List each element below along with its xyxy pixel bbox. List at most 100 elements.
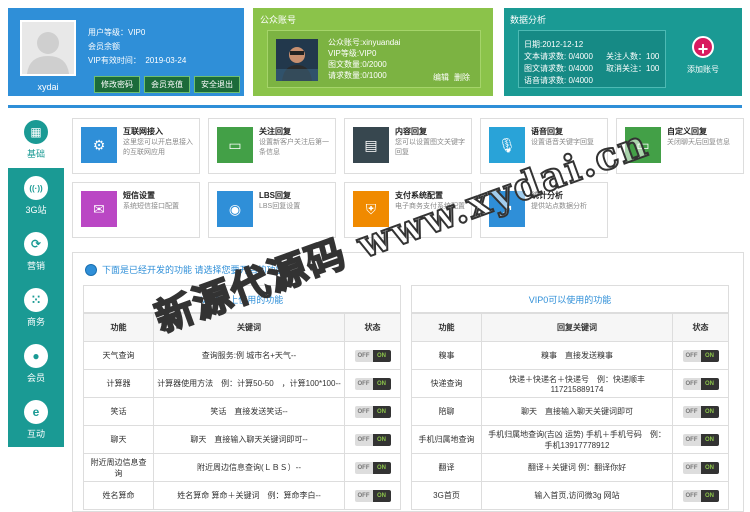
feature-follow-reply[interactable]: ▭ 关注回复 设置新客户关注后第一条信息 bbox=[208, 118, 336, 174]
feature-tables-panel: 下面是已经开发的功能 请选择您要开启的功能 VIP0以上使用的功能 功能 关键词… bbox=[72, 252, 744, 512]
sidebar-item-member[interactable]: ● 会员 bbox=[8, 336, 64, 392]
sidebar-item-3g[interactable]: ((·)) 3G站 bbox=[8, 168, 64, 224]
stats-card: 日期:2012-12-12 文本请求数: 0/4000 关注人数：100 图文请求… bbox=[518, 30, 666, 88]
user-info: 用户等级：VIP0 会员余额 VIP有效时间： 2019-03-24 bbox=[88, 26, 186, 68]
feature-payment-config[interactable]: ⛨ 支付系统配置 电子商务支付系统配置 bbox=[344, 182, 472, 238]
feature-voice-reply[interactable]: 🎙 语音回复 设置语音关键字回复 bbox=[480, 118, 608, 174]
account-name: 公众账号:xinyuandai bbox=[328, 38, 401, 47]
account-thumbnail bbox=[276, 39, 318, 81]
table-row: 3G首页 输入首页,访问微3g 网站 OFF ON bbox=[411, 481, 729, 510]
logout-button[interactable]: 安全退出 bbox=[194, 76, 240, 93]
follow-count: 关注人数：100 bbox=[606, 52, 660, 61]
feature-desc: LBS回复设置 bbox=[259, 203, 301, 210]
table-row: 快递查询 快递＋快递名＋快递号 例：快递顺丰117215889174 OFF ON bbox=[411, 369, 729, 398]
public-account-info: 公众账号:xinyuandai VIP等级:VIP0 图文数量:0/2000 请… bbox=[328, 37, 400, 81]
stats-date: 日期:2012-12-12 bbox=[524, 40, 584, 49]
feature-title: 统计分析 bbox=[531, 191, 563, 200]
vip-expire: VIP有效时间： 2019-03-24 bbox=[88, 56, 187, 65]
status-toggle[interactable]: OFF ON bbox=[354, 433, 391, 446]
status-toggle[interactable]: OFF ON bbox=[682, 349, 719, 362]
feature-desc: 您可以设置图文关键字回复 bbox=[395, 139, 465, 156]
signal-icon: ((·)) bbox=[24, 176, 48, 200]
voice-requests: 语音请求数: 0/4000 bbox=[524, 76, 593, 85]
table-row: 陪聊 聊天 直接输入聊天关键词即可 OFF ON bbox=[411, 397, 729, 426]
status-toggle[interactable]: OFF ON bbox=[682, 405, 719, 418]
table-title: VIP0以上使用的功能 bbox=[83, 285, 401, 313]
add-account-button[interactable]: + 添加账号 bbox=[680, 36, 726, 75]
user-level: 用户等级：VIP0 bbox=[88, 28, 146, 37]
feature-title: 支付系统配置 bbox=[395, 191, 443, 200]
account-requests: 请求数量:0/1000 bbox=[328, 71, 387, 80]
status-toggle[interactable]: OFF ON bbox=[682, 461, 719, 474]
add-account-label: 添加账号 bbox=[687, 65, 719, 74]
feature-desc: 这里您可以开启思接入的互联网应用 bbox=[123, 139, 193, 156]
sidebar-item-label: 商务 bbox=[26, 317, 45, 327]
table-row: 附近周边信息查询 附近周边信息查询(ＬＢＳ）-- OFF ON bbox=[83, 453, 401, 482]
table-title: VIP0可以使用的功能 bbox=[411, 285, 729, 313]
status-toggle[interactable]: OFF ON bbox=[354, 349, 391, 362]
stats-title: 数据分析 bbox=[510, 15, 547, 25]
sidebar: ▦ 基础 ((·)) 3G站 ⟳ 营销 ⁙ 商务 ● 会员 e 互动 bbox=[8, 112, 64, 447]
table-row: 姓名算命 姓名算命 算命＋关键词 例：算命李白-- OFF ON bbox=[83, 481, 401, 510]
feature-sms-settings[interactable]: ✉ 短信设置 系统短信接口配置 bbox=[72, 182, 200, 238]
public-account-card: 公众账号:xinyuandai VIP等级:VIP0 图文数量:0/2000 请… bbox=[267, 30, 481, 88]
table-row: 糗事 糗事 直接发送糗事 OFF ON bbox=[411, 341, 729, 370]
feature-title: 短信设置 bbox=[123, 191, 155, 200]
sidebar-item-business[interactable]: ⁙ 商务 bbox=[8, 280, 64, 336]
feature-title: 语音回复 bbox=[531, 127, 563, 136]
feature-desc: 设置新客户关注后第一条信息 bbox=[259, 139, 329, 156]
stats-panel: 数据分析 日期:2012-12-12 文本请求数: 0/4000 关注人数：100… bbox=[504, 8, 742, 96]
status-toggle[interactable]: OFF ON bbox=[354, 405, 391, 418]
sidebar-item-label: 基础 bbox=[26, 149, 45, 159]
account-level: VIP等级:VIP0 bbox=[328, 49, 377, 58]
column-header: 关键词 bbox=[153, 313, 345, 342]
recharge-button[interactable]: 会员充值 bbox=[144, 76, 190, 93]
sidebar-item-basic[interactable]: ▦ 基础 bbox=[8, 112, 64, 168]
status-toggle[interactable]: OFF ON bbox=[682, 433, 719, 446]
delete-link[interactable]: 删除 bbox=[454, 72, 470, 83]
user-icon: ● bbox=[24, 344, 48, 368]
status-toggle[interactable]: OFF ON bbox=[354, 377, 391, 390]
sidebar-item-interact[interactable]: e 互动 bbox=[8, 392, 64, 448]
mail-icon: ✉ bbox=[81, 191, 117, 227]
feature-title: 内容回复 bbox=[395, 127, 427, 136]
user-silhouette-icon bbox=[27, 32, 69, 74]
status-toggle[interactable]: OFF ON bbox=[354, 461, 391, 474]
account-images: 图文数量:0/2000 bbox=[328, 60, 387, 69]
public-account-title: 公众账号 bbox=[260, 15, 297, 25]
divider bbox=[8, 105, 742, 108]
location-icon: ◉ bbox=[217, 191, 253, 227]
feature-lbs-reply[interactable]: ◉ LBS回复 LBS回复设置 bbox=[208, 182, 336, 238]
sidebar-item-label: 互动 bbox=[26, 429, 45, 439]
table-row: 计算器 计算器使用方法 例：计算50-50 ，计算100*100-- OFF ON bbox=[83, 369, 401, 398]
column-header: 回复关键词 bbox=[481, 313, 673, 342]
table-row: 翻译 翻译＋关键词 例：翻译你好 OFF ON bbox=[411, 453, 729, 482]
feature-content-reply[interactable]: ▤ 内容回复 您可以设置图文关键字回复 bbox=[344, 118, 472, 174]
username: xydai bbox=[37, 82, 59, 92]
sidebar-item-label: 会员 bbox=[26, 373, 45, 383]
image-requests: 图文请求数: 0/4000 bbox=[524, 64, 593, 73]
shield-icon: ⛨ bbox=[353, 191, 389, 227]
grid-icon: ▦ bbox=[24, 120, 48, 144]
feature-internet-access[interactable]: ⚙ 互联网接入 这里您可以开启思接入的互联网应用 bbox=[72, 118, 200, 174]
chat-icon: ▭ bbox=[625, 127, 661, 163]
sidebar-item-marketing[interactable]: ⟳ 营销 bbox=[8, 224, 64, 280]
status-toggle[interactable]: OFF ON bbox=[354, 489, 391, 502]
unfollow-count: 取消关注：100 bbox=[606, 64, 660, 73]
status-toggle[interactable]: OFF ON bbox=[682, 489, 719, 502]
change-password-button[interactable]: 修改密码 bbox=[94, 76, 140, 93]
table-row: 笑话 笑话 直接发送笑话-- OFF ON bbox=[83, 397, 401, 426]
column-header: 功能 bbox=[83, 313, 154, 342]
edit-link[interactable]: 编辑 bbox=[433, 72, 449, 83]
feature-title: LBS回复 bbox=[259, 191, 291, 200]
column-header: 状态 bbox=[344, 313, 401, 342]
document-icon: ▤ bbox=[353, 127, 389, 163]
avatar[interactable] bbox=[20, 20, 76, 76]
feature-custom-reply[interactable]: ▭ 自定义回复 关闭聊天后回复信息 bbox=[616, 118, 744, 174]
ie-icon: e bbox=[24, 400, 48, 424]
feature-statistics[interactable]: ↗ 统计分析 提供站点数据分析 bbox=[480, 182, 608, 238]
public-account-panel: 公众账号 公众账号:xinyuandai VIP等级:VIP0 图文数量:0/2… bbox=[253, 8, 493, 96]
status-toggle[interactable]: OFF ON bbox=[682, 377, 719, 390]
feature-title: 关注回复 bbox=[259, 127, 291, 136]
sidebar-item-label: 3G站 bbox=[25, 205, 47, 215]
